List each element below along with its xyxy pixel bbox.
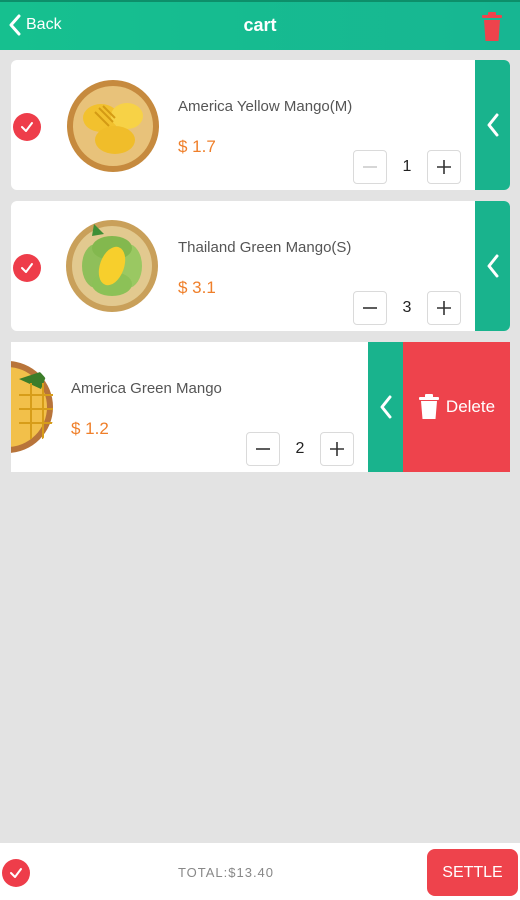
minus-icon bbox=[363, 307, 377, 309]
cart-item-2: Thailand Green Mango(S) $ 3.1 3 bbox=[11, 201, 510, 331]
plus-icon bbox=[330, 442, 344, 456]
quantity-stepper: 1 bbox=[353, 150, 461, 184]
product-image bbox=[11, 359, 55, 455]
decrement-button[interactable] bbox=[246, 432, 280, 466]
item-name: America Green Mango bbox=[71, 380, 222, 397]
delete-label: Delete bbox=[445, 397, 496, 416]
decrement-button[interactable] bbox=[353, 291, 387, 325]
chevron-left-icon bbox=[380, 395, 391, 419]
item-price: $ 3.1 bbox=[178, 278, 216, 297]
product-image bbox=[64, 218, 160, 314]
increment-button[interactable] bbox=[320, 432, 354, 466]
delete-button[interactable]: Delete bbox=[403, 342, 510, 472]
increment-button[interactable] bbox=[427, 291, 461, 325]
quantity-stepper: 2 bbox=[246, 432, 354, 466]
trash-icon[interactable] bbox=[480, 12, 504, 42]
chevron-left-icon bbox=[487, 254, 498, 278]
swipe-tab[interactable] bbox=[475, 201, 510, 331]
quantity-stepper: 3 bbox=[353, 291, 461, 325]
item-name: Thailand Green Mango(S) bbox=[178, 239, 352, 256]
item-name: America Yellow Mango(M) bbox=[178, 98, 353, 115]
minus-icon bbox=[256, 448, 270, 450]
chevron-left-icon bbox=[487, 113, 498, 137]
quantity-value: 3 bbox=[402, 299, 412, 316]
header-bar: Back cart bbox=[0, 0, 520, 50]
footer-bar: TOTAL:$13.40 SETTLE bbox=[0, 843, 520, 900]
product-image bbox=[65, 78, 161, 174]
back-label: Back bbox=[26, 16, 62, 33]
item-price: $ 1.2 bbox=[71, 419, 109, 438]
item-checkbox[interactable] bbox=[13, 113, 41, 141]
quantity-value: 1 bbox=[402, 158, 412, 175]
swipe-tab[interactable] bbox=[368, 342, 403, 472]
plus-icon bbox=[437, 160, 451, 174]
cart-item-1: America Yellow Mango(M) $ 1.7 1 bbox=[11, 60, 510, 190]
total-price: TOTAL:$13.40 bbox=[177, 865, 275, 880]
checkmark-icon bbox=[21, 122, 33, 132]
settle-button[interactable]: SETTLE bbox=[427, 849, 518, 896]
minus-icon bbox=[363, 166, 377, 168]
page-title: cart bbox=[243, 15, 277, 35]
quantity-value: 2 bbox=[295, 440, 305, 457]
cart-item-3: America Green Mango $ 1.2 2 Delete bbox=[11, 342, 510, 472]
swipe-tab[interactable] bbox=[475, 60, 510, 190]
trash-icon bbox=[418, 394, 439, 419]
back-button[interactable]: Back bbox=[8, 14, 62, 36]
checkmark-icon bbox=[21, 263, 33, 273]
item-price: $ 1.7 bbox=[178, 137, 216, 156]
chevron-left-icon bbox=[9, 14, 21, 36]
decrement-button[interactable] bbox=[353, 150, 387, 184]
increment-button[interactable] bbox=[427, 150, 461, 184]
plus-icon bbox=[437, 301, 451, 315]
cart-item-content: America Green Mango $ 1.2 2 bbox=[11, 342, 403, 472]
item-checkbox[interactable] bbox=[13, 254, 41, 282]
